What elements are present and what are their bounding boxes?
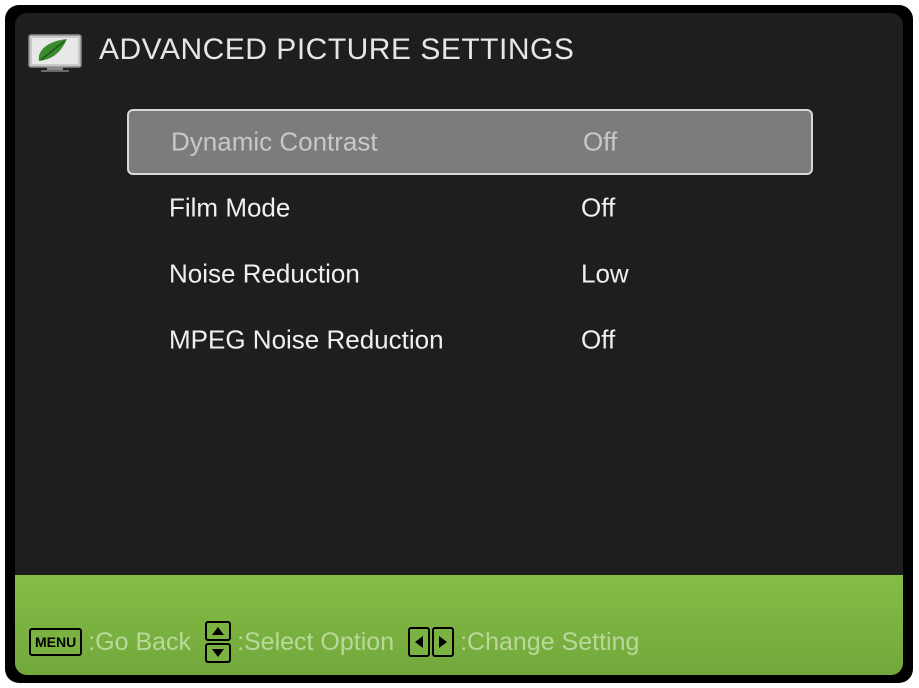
left-right-keys-icon <box>408 627 455 657</box>
up-arrow-icon <box>205 621 232 641</box>
down-arrow-icon <box>205 643 232 663</box>
menu-item-label: Film Mode <box>169 192 291 223</box>
left-arrow-icon <box>408 627 431 657</box>
up-down-keys-icon <box>205 621 232 663</box>
menu-item-film-mode[interactable]: Film Mode Off <box>127 175 813 241</box>
menu-item-mpeg-noise-reduction[interactable]: MPEG Noise Reduction Off <box>127 307 813 373</box>
right-arrow-icon <box>432 627 455 657</box>
picture-settings-icon <box>27 33 83 73</box>
menu-item-label: Dynamic Contrast <box>171 126 378 157</box>
header: ADVANCED PICTURE SETTINGS <box>15 13 903 91</box>
menu-item-dynamic-contrast[interactable]: Dynamic Contrast Off <box>127 109 813 175</box>
menu-item-value: Low <box>581 258 629 289</box>
settings-menu: Dynamic Contrast Off Film Mode Off Noise… <box>127 109 813 373</box>
settings-screen: ADVANCED PICTURE SETTINGS Dynamic Contra… <box>15 13 903 675</box>
go-back-hint: :Go Back <box>88 627 192 656</box>
help-bar: MENU :Go Back :Select Option:Change Set… <box>15 575 903 675</box>
menu-item-label: MPEG Noise Reduction <box>169 324 444 355</box>
tv-osd-frame: ADVANCED PICTURE SETTINGS Dynamic Contra… <box>5 5 913 683</box>
page-title: ADVANCED PICTURE SETTINGS <box>99 33 575 66</box>
menu-key-icon: MENU <box>29 628 83 656</box>
menu-item-value: Off <box>581 192 616 223</box>
menu-item-value: Off <box>581 324 616 355</box>
menu-item-value: Off <box>583 126 618 157</box>
menu-item-label: Noise Reduction <box>169 258 360 289</box>
key-hints: MENU :Go Back :Select Option:Change Set… <box>29 621 639 663</box>
change-setting-hint: :Change Setting <box>460 627 640 656</box>
select-option-hint: :Select Option <box>237 627 395 656</box>
menu-item-noise-reduction[interactable]: Noise Reduction Low <box>127 241 813 307</box>
